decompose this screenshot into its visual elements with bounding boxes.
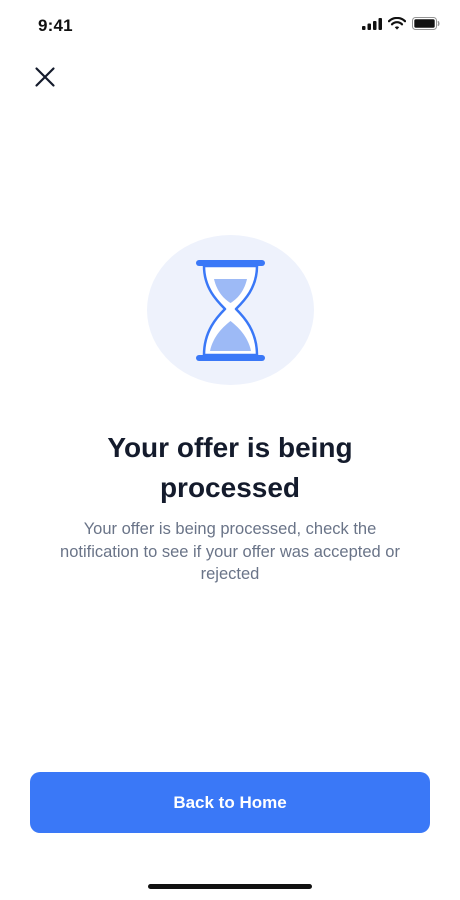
status-message: Your offer is being processed, check the…: [60, 520, 400, 583]
hourglass-illustration: [147, 235, 314, 385]
status-bar: 9:41: [0, 0, 460, 52]
hourglass-icon: [196, 260, 265, 361]
battery-icon: [412, 17, 440, 30]
status-time: 9:41: [38, 16, 73, 35]
close-icon: [35, 67, 55, 87]
back-to-home-button[interactable]: Back to Home: [30, 772, 430, 833]
wifi-icon: [388, 17, 406, 30]
status-icons: [362, 17, 440, 30]
signal-icon: [362, 17, 382, 30]
page-title: Your offer is being processed: [107, 432, 353, 503]
home-indicator: [148, 884, 312, 889]
close-button[interactable]: [28, 60, 62, 94]
